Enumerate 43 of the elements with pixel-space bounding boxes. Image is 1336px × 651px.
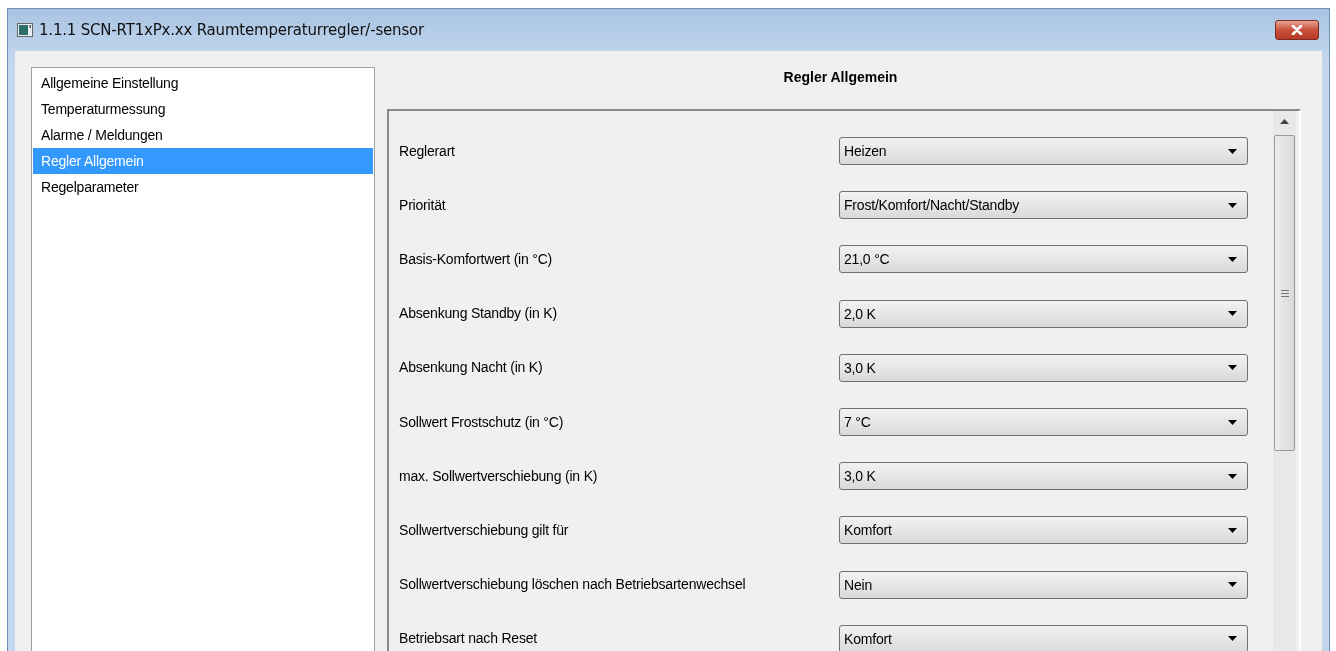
dropdown[interactable]: 7 °C — [839, 408, 1248, 437]
dropdown[interactable]: 21,0 °C — [839, 245, 1248, 274]
caret-icon — [1228, 582, 1237, 588]
dropdown[interactable]: 3,0 K — [839, 462, 1248, 491]
caret-icon — [1228, 473, 1237, 479]
caret-icon — [1228, 311, 1237, 317]
sidebar-item[interactable]: Temperaturmessung — [33, 96, 373, 122]
close-button[interactable] — [1275, 20, 1319, 40]
caret-icon — [1228, 419, 1237, 425]
scroll-up-icon[interactable] — [1280, 119, 1289, 124]
parameter-label: Betriebsart nach Reset — [399, 630, 538, 648]
window-icon — [17, 23, 33, 37]
panel-title: Regler Allgemein — [782, 68, 899, 87]
parameter-label: Priorität — [399, 196, 447, 214]
parameter-label: Sollwertverschiebung löschen nach Betriebsartenwechsel — [399, 576, 747, 594]
dropdown[interactable]: 2,0 K — [839, 299, 1248, 328]
caret-icon — [1228, 148, 1237, 154]
caret-icon — [1228, 527, 1237, 533]
dropdown[interactable]: Heizen — [839, 137, 1248, 166]
sidebar-item[interactable]: Allgemeine Einstellung — [33, 70, 373, 96]
caret-icon — [1228, 202, 1237, 208]
grip-icon — [1280, 289, 1289, 297]
sidebar-item[interactable]: Alarme / Meldungen — [33, 122, 373, 148]
scroll-thumb[interactable] — [1274, 135, 1295, 451]
parameter-label: Absenkung Standby (in K) — [399, 305, 558, 323]
parameter-label: max. Sollwertverschiebung (in K) — [399, 467, 599, 485]
parameter-label: Absenkung Nacht (in K) — [399, 359, 544, 377]
dropdown[interactable]: Frost/Komfort/Nacht/Standby — [839, 191, 1248, 220]
dropdown[interactable]: Nein — [839, 570, 1248, 599]
parameter-label: Basis-Komfortwert (in °C) — [399, 250, 554, 268]
parameter-label: Reglerart — [399, 142, 456, 160]
dropdown[interactable]: 3,0 K — [839, 353, 1248, 382]
parameter-label: Sollwertverschiebung gilt für — [399, 521, 570, 539]
dropdown[interactable]: Komfort — [839, 624, 1248, 651]
scrollbar[interactable] — [1273, 111, 1296, 651]
caret-icon — [1228, 256, 1237, 262]
close-icon — [1291, 25, 1303, 35]
sidebar-item[interactable]: Regelparameter — [33, 174, 373, 200]
dropdown[interactable]: Komfort — [839, 516, 1248, 545]
caret-icon — [1228, 365, 1237, 371]
caret-icon — [1228, 636, 1237, 642]
window-title: 1.1.1 SCN-RT1xPx.xx Raumtemperaturregler/-sensor — [39, 21, 424, 39]
parameter-label: Sollwert Frostschutz (in °C) — [399, 413, 565, 431]
